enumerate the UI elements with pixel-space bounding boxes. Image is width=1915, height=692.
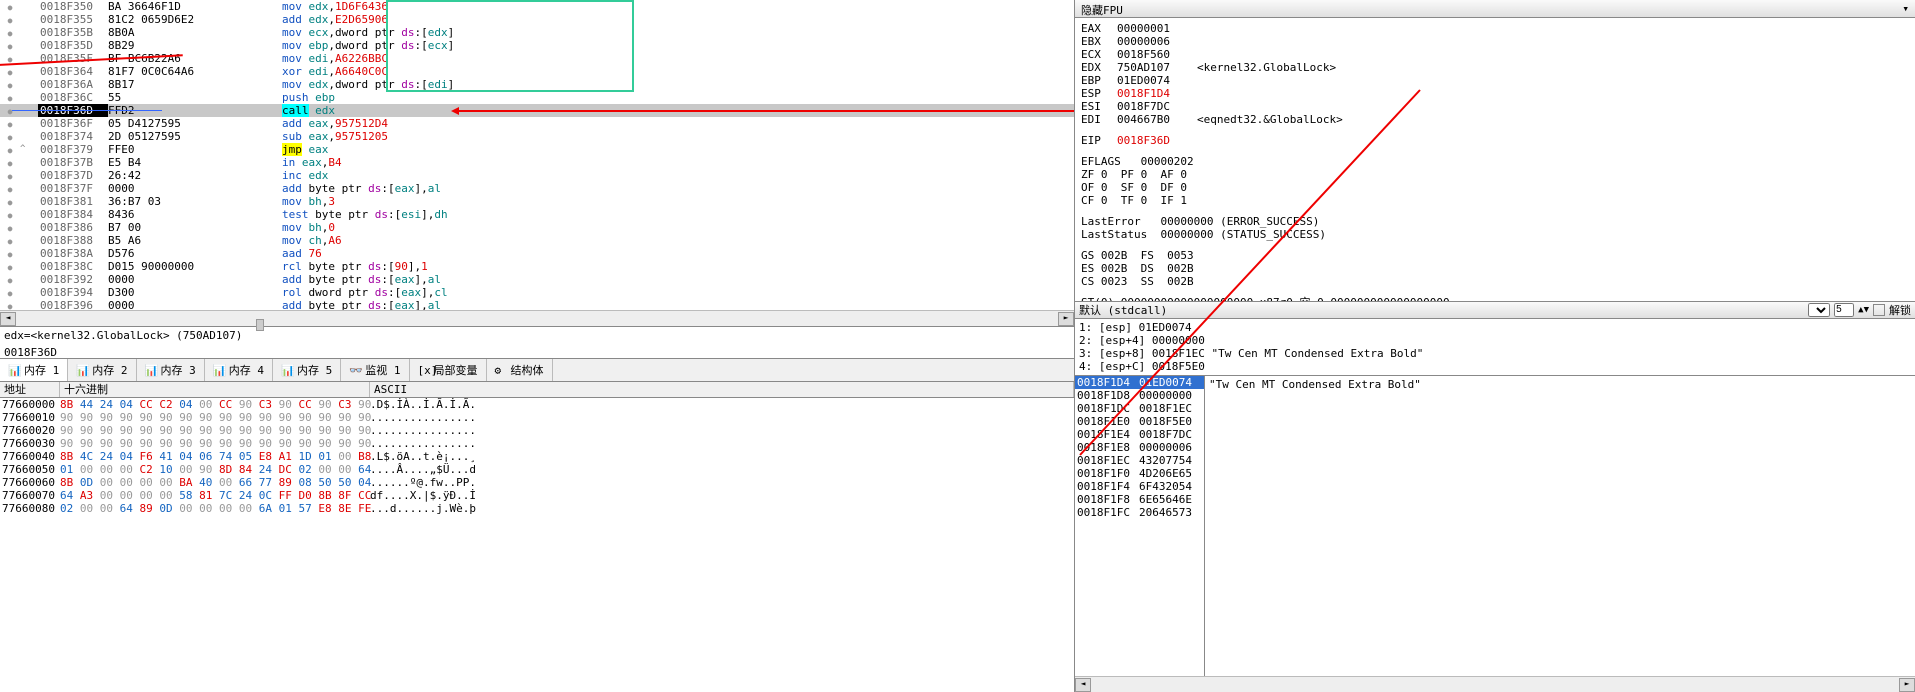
collapse-icon[interactable]: ▾	[1902, 2, 1909, 15]
disasm-row[interactable]: ●0018F35FBF BC6B22A6mov edi,A6226BBC	[0, 52, 1074, 65]
stack-header: 默认 (stdcall) ▲▼ 解锁	[1075, 301, 1915, 319]
dump-row[interactable]: 776600408B 4C 24 04 F6 41 04 06 74 05 E8…	[0, 450, 1074, 463]
tab-icon: 👓	[349, 364, 361, 376]
registers-panel[interactable]: 隐藏FPU ▾ EAX00000001EBX00000006ECX0018F56…	[1075, 0, 1915, 301]
tab-内存 3[interactable]: 📊内存 3	[137, 359, 205, 381]
scroll-right-button[interactable]: ►	[1058, 312, 1074, 326]
stack-row[interactable]: 0018F1F04D206E65	[1075, 467, 1204, 480]
dump-header: 地址 十六进制 ASCII	[0, 382, 1074, 398]
tab-icon: 📊	[145, 364, 157, 376]
disasm-row[interactable]: ●0018F38CD015 90000000rcl byte ptr ds:[9…	[0, 260, 1074, 273]
stack-row[interactable]: 0018F1DC0018F1EC	[1075, 402, 1204, 415]
disassembly-view[interactable]: EIP ●0018F350BA 36646F1Dmov edx,1D6F6436…	[0, 0, 1074, 310]
stack-hscroll[interactable]: ◄ ►	[1075, 676, 1915, 692]
dump-row[interactable]: 7766001090 90 90 90 90 90 90 90 90 90 90…	[0, 411, 1074, 424]
stack-arg-row: 3: [esp+8] 0018F1EC "Tw Cen MT Condensed…	[1079, 347, 1911, 360]
disasm-row[interactable]: ●0018F35D8B29mov ebp,dword ptr ds:[ecx]	[0, 39, 1074, 52]
disasm-row[interactable]: ●0018F37BE5 B4in eax,B4	[0, 156, 1074, 169]
stack-row[interactable]: 0018F1E00018F5E0	[1075, 415, 1204, 428]
disasm-row[interactable]: ●0018F388B5 A6mov ch,A6	[0, 234, 1074, 247]
info-bar: edx=<kernel32.GlobalLock> (750AD107) 001…	[0, 326, 1074, 358]
stack-convention: 默认 (stdcall)	[1079, 302, 1804, 318]
registers-title: 隐藏FPU ▾	[1075, 0, 1915, 18]
stack-row[interactable]: 0018F1EC43207754	[1075, 454, 1204, 467]
tab-icon: ⚙	[495, 364, 507, 376]
lock-label[interactable]: 解锁	[1889, 302, 1911, 318]
disasm-row[interactable]: ●0018F37F0000add byte ptr ds:[eax],al	[0, 182, 1074, 195]
dump-header-ascii: ASCII	[370, 382, 1074, 397]
memory-dump[interactable]: 地址 十六进制 ASCII 776600008B 44 24 04 CC C2 …	[0, 382, 1074, 692]
scroll-left-button[interactable]: ◄	[0, 312, 16, 326]
disasm-row[interactable]: ●0018F38136:B7 03mov bh,3	[0, 195, 1074, 208]
eip-pointer-line	[12, 110, 162, 111]
tab-内存 4[interactable]: 📊内存 4	[205, 359, 273, 381]
dump-row[interactable]: 7766005001 00 00 00 C2 10 00 90 8D 84 24…	[0, 463, 1074, 476]
stack-row[interactable]: 0018F1E800000006	[1075, 441, 1204, 454]
stack-row[interactable]: 0018F1D401ED0074	[1075, 376, 1204, 389]
dump-row[interactable]: 776600608B 0D 00 00 00 00 BA 40 00 66 77…	[0, 476, 1074, 489]
dump-row[interactable]: 7766008002 00 00 64 89 0D 00 00 00 00 6A…	[0, 502, 1074, 515]
disasm-hscroll[interactable]: ◄ ►	[0, 310, 1074, 326]
disasm-row[interactable]: ●0018F36F05 D4127595add eax,957512D4	[0, 117, 1074, 130]
disasm-row[interactable]: ●0018F36481F7 0C0C64A6xor edi,A6640C0C	[0, 65, 1074, 78]
tab-监视 1[interactable]: 👓监视 1	[341, 359, 409, 381]
stack-row[interactable]: 0018F1F86E65646E	[1075, 493, 1204, 506]
stack-arg-row: 1: [esp] 01ED0074	[1079, 321, 1911, 334]
dump-header-hex: 十六进制	[60, 382, 370, 397]
tab-icon: 📊	[213, 364, 225, 376]
tab-icon: 📊	[281, 364, 293, 376]
disasm-row[interactable]: ●0018F386B7 00mov bh,0	[0, 221, 1074, 234]
stack-arg-row: 2: [esp+4] 00000000	[1079, 334, 1911, 347]
dump-row[interactable]: 7766003090 90 90 90 90 90 90 90 90 90 90…	[0, 437, 1074, 450]
disasm-row[interactable]: ●0018F394D300rol dword ptr ds:[eax],cl	[0, 286, 1074, 299]
stack-args: 1: [esp] 01ED00742: [esp+4] 000000003: […	[1075, 319, 1915, 375]
stack-detail: "Tw Cen MT Condensed Extra Bold"	[1205, 376, 1915, 677]
tab-内存 1[interactable]: 📊内存 1	[0, 359, 68, 381]
disasm-row[interactable]: ●0018F35581C2 0659D6E2add edx,E2D65906	[0, 13, 1074, 26]
tab-icon: 📊	[76, 364, 88, 376]
stack-convention-combo[interactable]	[1808, 303, 1830, 317]
tab-局部变量[interactable]: [x]局部变量	[410, 359, 487, 381]
stack-row[interactable]: 0018F1FC20646573	[1075, 506, 1204, 519]
stack-row[interactable]: 0018F1F46F432054	[1075, 480, 1204, 493]
tab-icon: 📊	[8, 364, 20, 376]
disasm-row[interactable]: ●0018F38AD576aad 76	[0, 247, 1074, 260]
disasm-row[interactable]: ●0018F350BA 36646F1Dmov edx,1D6F6436	[0, 0, 1074, 13]
dump-tabs: 📊内存 1📊内存 2📊内存 3📊内存 4📊内存 5👓监视 1[x]局部变量⚙结构…	[0, 358, 1074, 382]
stack-view[interactable]: 0018F1D401ED00740018F1D8000000000018F1DC…	[1075, 376, 1205, 677]
info-line-1: edx=<kernel32.GlobalLock> (750AD107)	[4, 329, 1070, 342]
disasm-row[interactable]: ●0018F3960000add byte ptr ds:[eax],al	[0, 299, 1074, 310]
dump-row[interactable]: 7766002090 90 90 90 90 90 90 90 90 90 90…	[0, 424, 1074, 437]
dump-header-addr: 地址	[0, 382, 60, 397]
stack-arg-row: 4: [esp+C] 0018F5E0	[1079, 360, 1911, 373]
disasm-row[interactable]: ●0018F36C55push ebp	[0, 91, 1074, 104]
tab-结构体[interactable]: ⚙结构体	[487, 359, 553, 381]
stack-row[interactable]: 0018F1E40018F7DC	[1075, 428, 1204, 441]
disasm-row[interactable]: ●0018F37D26:42inc edx	[0, 169, 1074, 182]
disasm-row[interactable]: ●^0018F379FFE0jmp eax	[0, 143, 1074, 156]
disasm-row[interactable]: ●0018F3848436test byte ptr ds:[esi],dh	[0, 208, 1074, 221]
tab-icon: [x]	[418, 364, 430, 376]
dump-row[interactable]: 7766007064 A3 00 00 00 00 58 81 7C 24 0C…	[0, 489, 1074, 502]
disasm-row[interactable]: ●0018F3920000add byte ptr ds:[eax],al	[0, 273, 1074, 286]
disasm-row[interactable]: ●0018F3742D 05127595sub eax,95751205	[0, 130, 1074, 143]
dump-row[interactable]: 776600008B 44 24 04 CC C2 04 00 CC 90 C3…	[0, 398, 1074, 411]
stack-row[interactable]: 0018F1D800000000	[1075, 389, 1204, 402]
lock-icon[interactable]	[1873, 304, 1885, 316]
tab-内存 5[interactable]: 📊内存 5	[273, 359, 341, 381]
stack-arg-count[interactable]	[1834, 303, 1854, 317]
tab-内存 2[interactable]: 📊内存 2	[68, 359, 136, 381]
disasm-row[interactable]: ●0018F35B8B0Amov ecx,dword ptr ds:[edx]	[0, 26, 1074, 39]
disasm-row[interactable]: ●0018F36A8B17mov edx,dword ptr ds:[edi]	[0, 78, 1074, 91]
